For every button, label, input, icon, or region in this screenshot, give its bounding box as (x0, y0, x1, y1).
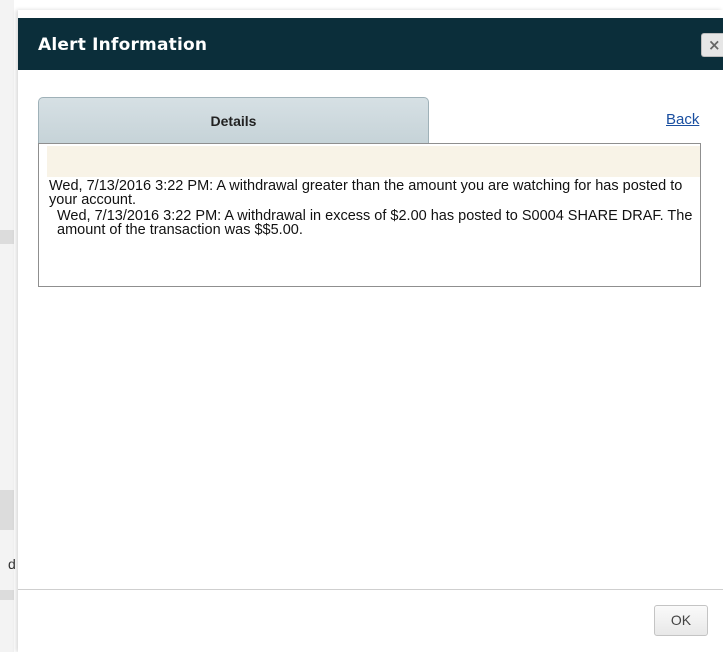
alert-information-dialog: Alert Information × Details Back Wed, 7/… (18, 10, 723, 652)
dialog-titlebar[interactable]: Alert Information × (18, 18, 723, 70)
details-panel-header (47, 146, 700, 177)
dialog-title: Alert Information (38, 35, 208, 55)
back-link[interactable]: Back (666, 111, 699, 128)
tab-details[interactable]: Details (38, 97, 429, 143)
page: d Alert Information × Details Back Wed, … (0, 0, 723, 652)
alert-message-2: Wed, 7/13/2016 3:22 PM: A withdrawal in … (57, 208, 693, 238)
background-band (0, 230, 14, 244)
details-panel: Wed, 7/13/2016 3:22 PM: A withdrawal gre… (38, 143, 701, 287)
ok-button[interactable]: OK (654, 605, 708, 636)
footer-divider (18, 589, 723, 590)
close-button[interactable]: × (701, 33, 723, 57)
background-partial-text: d (8, 556, 16, 572)
alert-message-1: Wed, 7/13/2016 3:22 PM: A withdrawal gre… (49, 178, 683, 208)
background-page-edge: d (0, 0, 16, 652)
background-band (0, 590, 14, 600)
close-icon: × (708, 36, 721, 54)
background-band (0, 490, 14, 530)
alert-messages: Wed, 7/13/2016 3:22 PM: A withdrawal gre… (49, 178, 694, 238)
tab-details-label: Details (210, 113, 257, 129)
